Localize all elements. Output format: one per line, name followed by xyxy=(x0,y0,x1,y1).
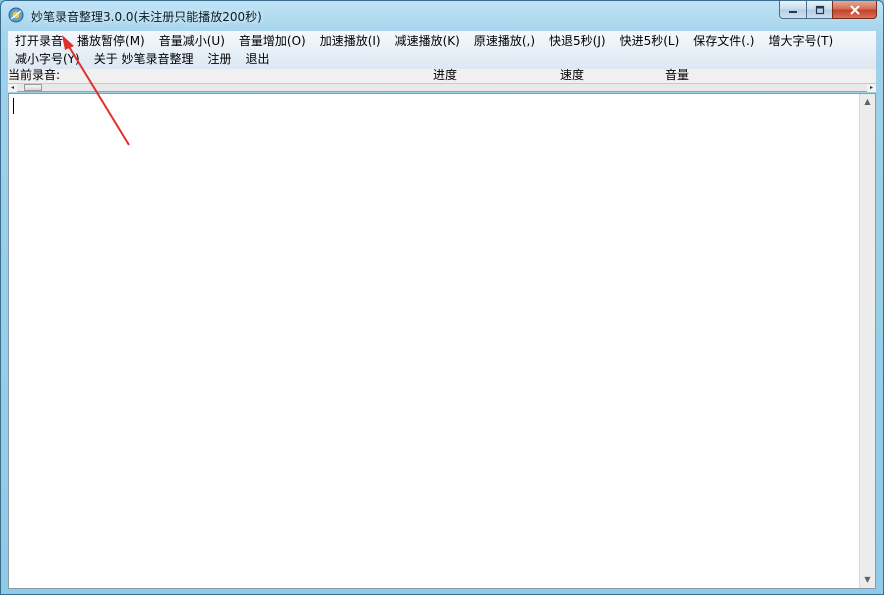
menu-bar: 打开录音 播放暂停(M) 音量减小(U) 音量增加(O) 加速播放(I) 减速播… xyxy=(8,31,876,70)
menu-slow-down[interactable]: 减速播放(K) xyxy=(388,32,467,50)
menu-volume-up[interactable]: 音量增加(O) xyxy=(232,32,313,50)
vertical-scrollbar[interactable]: ▲ ▼ xyxy=(859,94,875,588)
minimize-button[interactable] xyxy=(779,1,806,19)
menu-save-file[interactable]: 保存文件(.) xyxy=(686,32,761,50)
scroll-right-icon[interactable]: ▸ xyxy=(867,84,876,92)
close-button[interactable] xyxy=(832,1,877,19)
menu-row-1: 打开录音 播放暂停(M) 音量减小(U) 音量增加(O) 加速播放(I) 减速播… xyxy=(8,32,840,50)
app-window: 妙笔录音整理3.0.0(未注册只能播放200秒) 打开录音 播放暂停(M) 音量… xyxy=(0,0,884,595)
text-caret xyxy=(13,98,14,114)
progress-scrollbar[interactable]: ◂ ▸ xyxy=(8,83,876,92)
menu-register[interactable]: 注册 xyxy=(201,50,239,68)
maximize-icon xyxy=(815,5,824,14)
menu-about[interactable]: 关于 妙笔录音整理 xyxy=(87,50,201,68)
caption-buttons xyxy=(779,1,877,21)
menu-decrease-font[interactable]: 减小字号(Y) xyxy=(8,50,87,68)
scroll-down-icon[interactable]: ▼ xyxy=(860,572,875,588)
window-title: 妙笔录音整理3.0.0(未注册只能播放200秒) xyxy=(31,10,262,24)
status-line: 当前录音: 进度 速度 音量 xyxy=(8,68,876,83)
menu-volume-down[interactable]: 音量减小(U) xyxy=(152,32,232,50)
maximize-button[interactable] xyxy=(806,1,832,19)
progress-thumb[interactable] xyxy=(24,84,42,91)
menu-forward-5s[interactable]: 快进5秒(L) xyxy=(613,32,687,50)
title-bar[interactable]: 妙笔录音整理3.0.0(未注册只能播放200秒) xyxy=(1,1,883,31)
current-recording-label: 当前录音: xyxy=(8,68,61,82)
menu-normal-speed[interactable]: 原速播放(,) xyxy=(467,32,542,50)
close-icon xyxy=(849,4,860,15)
transcript-editor[interactable]: ▲ ▼ xyxy=(8,93,876,589)
volume-label: 音量 xyxy=(665,68,690,82)
app-icon xyxy=(8,7,24,23)
scroll-up-icon[interactable]: ▲ xyxy=(860,94,875,110)
menu-play-pause[interactable]: 播放暂停(M) xyxy=(70,32,152,50)
minimize-icon xyxy=(789,10,797,13)
menu-rewind-5s[interactable]: 快退5秒(J) xyxy=(542,32,613,50)
menu-speed-up[interactable]: 加速播放(I) xyxy=(313,32,388,50)
menu-row-2: 减小字号(Y) 关于 妙笔录音整理 注册 退出 xyxy=(8,50,277,68)
menu-open-recording[interactable]: 打开录音 xyxy=(8,32,70,50)
speed-label: 速度 xyxy=(560,68,585,82)
menu-increase-font[interactable]: 增大字号(T) xyxy=(761,32,840,50)
progress-label: 进度 xyxy=(433,68,458,82)
menu-exit[interactable]: 退出 xyxy=(239,50,277,68)
scroll-left-icon[interactable]: ◂ xyxy=(8,84,17,92)
